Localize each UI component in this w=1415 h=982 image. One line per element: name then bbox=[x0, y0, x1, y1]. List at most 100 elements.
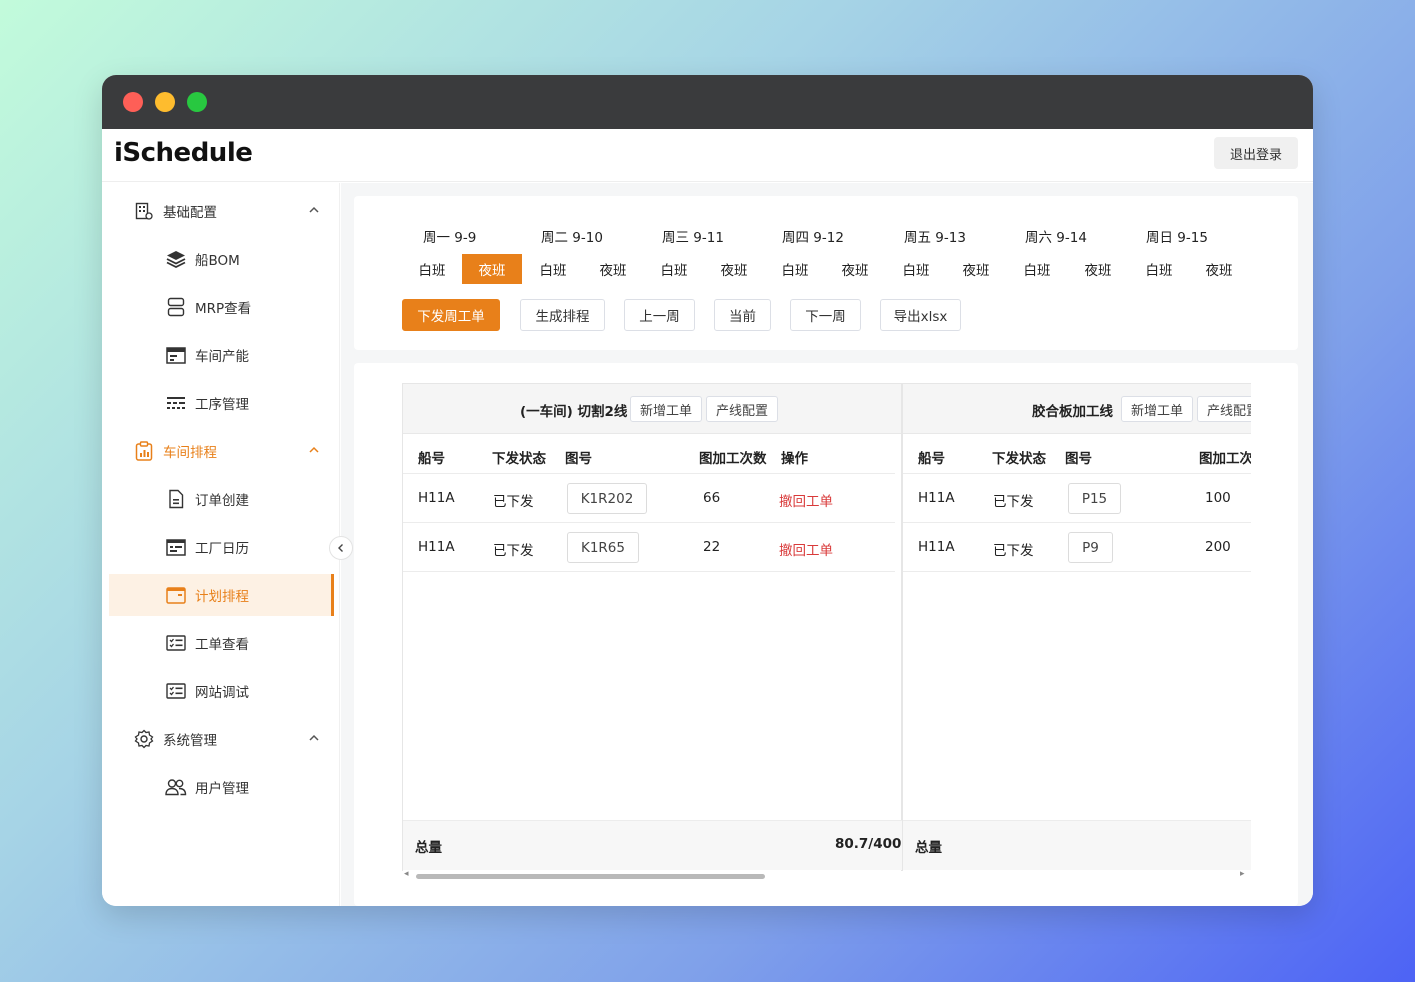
revoke-workorder-link[interactable]: 撤回工单 bbox=[779, 539, 833, 559]
maximize-window-button[interactable] bbox=[187, 92, 207, 112]
column-header: 下发状态 bbox=[992, 451, 1046, 467]
sidebar-item-label: 工厂日历 bbox=[195, 541, 249, 557]
status-cell: 已下发 bbox=[993, 543, 1034, 559]
prev-week-button[interactable]: 上一周 bbox=[624, 299, 695, 331]
shift-day-tue[interactable]: 白班 bbox=[523, 254, 583, 284]
line-footer: 总量 80.7/400 bbox=[403, 820, 903, 870]
shift-night-sun[interactable]: 夜班 bbox=[1189, 254, 1249, 284]
grid-building-icon bbox=[133, 200, 155, 222]
clipboard-chart-icon bbox=[133, 440, 155, 462]
shift-day-sun[interactable]: 白班 bbox=[1129, 254, 1189, 284]
table-row: H11A 已下发 P15 100 bbox=[903, 474, 1251, 523]
shift-night-tue[interactable]: 夜班 bbox=[583, 254, 643, 284]
sidebar-item-process-management[interactable]: 工序管理 bbox=[102, 382, 333, 424]
scroll-right-arrow-icon[interactable]: ▸ bbox=[1240, 869, 1245, 879]
shift-day-wed[interactable]: 白班 bbox=[644, 254, 704, 284]
scrollbar-thumb[interactable] bbox=[416, 874, 765, 879]
table-row: H11A 已下发 P9 200 bbox=[903, 523, 1251, 572]
line-config-button[interactable]: 产线配置 bbox=[1197, 396, 1251, 422]
day-label: 周三 9-11 bbox=[662, 230, 724, 246]
status-cell: 已下发 bbox=[493, 494, 534, 510]
sidebar-item-factory-calendar[interactable]: 工厂日历 bbox=[102, 526, 333, 568]
shift-night-wed[interactable]: 夜班 bbox=[704, 254, 764, 284]
revoke-workorder-link[interactable]: 撤回工单 bbox=[779, 490, 833, 510]
sidebar-item-label: 订单创建 bbox=[195, 493, 249, 509]
users-icon bbox=[165, 776, 187, 798]
ship-cell: H11A bbox=[418, 490, 455, 506]
sidebar-item-label: MRP查看 bbox=[195, 301, 252, 317]
current-week-button[interactable]: 当前 bbox=[714, 299, 771, 331]
drawing-tag[interactable]: K1R202 bbox=[567, 483, 647, 514]
shift-night-mon[interactable]: 夜班 bbox=[462, 254, 522, 284]
generate-schedule-button[interactable]: 生成排程 bbox=[520, 299, 605, 331]
line-config-button[interactable]: 产线配置 bbox=[706, 396, 779, 422]
shift-night-sat[interactable]: 夜班 bbox=[1068, 254, 1128, 284]
app-title: iSchedule bbox=[114, 138, 253, 168]
chevron-up-icon bbox=[308, 444, 320, 460]
total-value: 80.7/400 bbox=[835, 836, 902, 852]
sidebar-item-ship-bom[interactable]: 船BOM bbox=[102, 238, 333, 280]
sidebar-item-site-debug[interactable]: 网站调试 bbox=[102, 670, 333, 712]
close-window-button[interactable] bbox=[123, 92, 143, 112]
sidebar-item-order-create[interactable]: 订单创建 bbox=[102, 478, 333, 520]
shift-day-sat[interactable]: 白班 bbox=[1007, 254, 1067, 284]
status-cell: 已下发 bbox=[493, 543, 534, 559]
count-cell: 100 bbox=[1205, 490, 1231, 506]
minimize-window-button[interactable] bbox=[155, 92, 175, 112]
add-workorder-button[interactable]: 新增工单 bbox=[1121, 396, 1194, 422]
export-xlsx-button[interactable]: 导出xlsx bbox=[880, 299, 961, 331]
day-label: 周日 9-15 bbox=[1146, 230, 1208, 246]
document-icon bbox=[165, 488, 187, 510]
next-week-button[interactable]: 下一周 bbox=[790, 299, 861, 331]
drawing-tag[interactable]: P9 bbox=[1068, 532, 1113, 563]
scroll-left-arrow-icon[interactable]: ◂ bbox=[404, 869, 409, 879]
column-header: 图号 bbox=[1065, 451, 1092, 467]
chevron-left-icon bbox=[338, 544, 343, 552]
line-header: (一车间) 切割2线 新增工单 产线配置 bbox=[403, 384, 901, 434]
add-workorder-button[interactable]: 新增工单 bbox=[630, 396, 703, 422]
sidebar-item-mrp[interactable]: MRP查看 bbox=[102, 286, 333, 328]
drawing-tag[interactable]: P15 bbox=[1068, 483, 1121, 514]
count-cell: 66 bbox=[703, 490, 721, 506]
gear-icon bbox=[133, 728, 155, 750]
horizontal-scrollbar[interactable]: ◂ ▸ bbox=[402, 869, 1251, 881]
status-cell: 已下发 bbox=[993, 494, 1034, 510]
sidebar-group-system-management[interactable]: 系统管理 bbox=[102, 718, 333, 760]
server-icon bbox=[165, 296, 187, 318]
drawing-tag[interactable]: K1R65 bbox=[567, 532, 639, 563]
sidebar-item-workorder-view[interactable]: 工单查看 bbox=[102, 622, 333, 664]
shift-night-thu[interactable]: 夜班 bbox=[825, 254, 885, 284]
count-cell: 22 bbox=[703, 539, 721, 555]
schedule-board-card: (一车间) 切割2线 新增工单 产线配置 船号 下发状态 图号 图加工次数 操作… bbox=[354, 363, 1298, 906]
line-header: 胶合板加工线 新增工单 产线配置 bbox=[903, 384, 1251, 434]
logout-button[interactable]: 退出登录 bbox=[1214, 137, 1298, 169]
column-header: 船号 bbox=[418, 451, 445, 467]
calendar-icon bbox=[165, 536, 187, 558]
sidebar-item-label: 网站调试 bbox=[195, 685, 249, 701]
day-label: 周四 9-12 bbox=[782, 230, 844, 246]
line-column-plywood: 胶合板加工线 新增工单 产线配置 船号 下发状态 图号 图加工次数 H11A 已… bbox=[902, 383, 1251, 871]
sidebar-item-label: 用户管理 bbox=[195, 781, 249, 797]
table-row: H11A 已下发 K1R202 66 撤回工单 bbox=[403, 474, 895, 523]
sidebar-collapse-button[interactable] bbox=[329, 536, 353, 560]
sidebar-group-workshop-schedule[interactable]: 车间排程 bbox=[102, 430, 333, 472]
ship-cell: H11A bbox=[918, 490, 955, 506]
column-header: 船号 bbox=[918, 451, 945, 467]
sidebar-item-user-management[interactable]: 用户管理 bbox=[102, 766, 333, 808]
chevron-up-icon bbox=[308, 732, 320, 748]
day-label: 周六 9-14 bbox=[1025, 230, 1087, 246]
calendar-card-icon bbox=[165, 344, 187, 366]
sidebar-item-label: 车间产能 bbox=[195, 349, 249, 365]
sidebar-item-plan-schedule[interactable]: 计划排程 bbox=[109, 574, 334, 616]
shift-day-mon[interactable]: 白班 bbox=[402, 254, 462, 284]
shift-day-thu[interactable]: 白班 bbox=[765, 254, 825, 284]
shift-night-fri[interactable]: 夜班 bbox=[946, 254, 1006, 284]
sidebar-group-basic-config[interactable]: 基础配置 bbox=[102, 190, 333, 232]
shift-day-fri[interactable]: 白班 bbox=[886, 254, 946, 284]
ship-cell: H11A bbox=[418, 539, 455, 555]
sidebar-item-workshop-capacity[interactable]: 车间产能 bbox=[102, 334, 333, 376]
day-label: 周五 9-13 bbox=[904, 230, 966, 246]
line-title: (一车间) 切割2线 bbox=[520, 404, 628, 420]
issue-week-workorder-button[interactable]: 下发周工单 bbox=[402, 299, 500, 331]
board-scroll-area[interactable]: (一车间) 切割2线 新增工单 产线配置 船号 下发状态 图号 图加工次数 操作… bbox=[402, 383, 1251, 883]
